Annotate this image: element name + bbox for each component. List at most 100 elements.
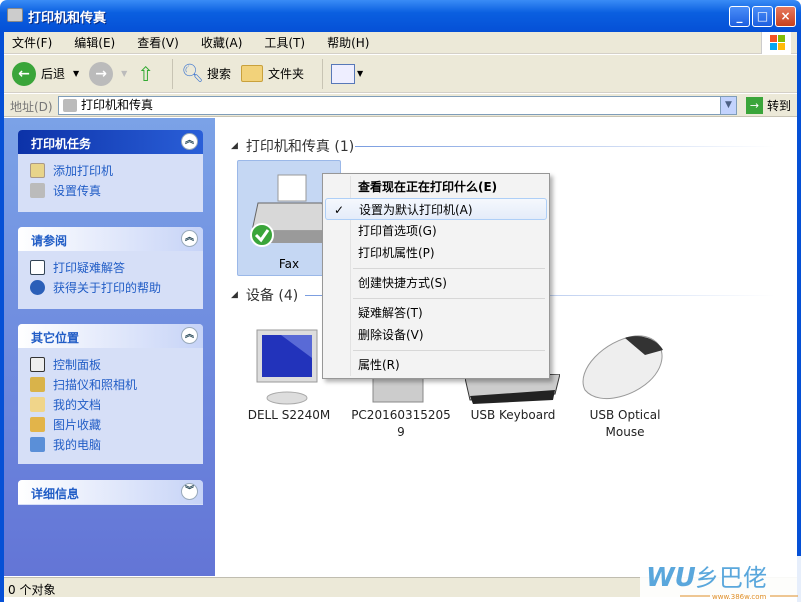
views-icon bbox=[330, 63, 355, 84]
up-folder-button[interactable]: ⇧ bbox=[137, 62, 154, 86]
search-button[interactable]: 🔍︎ 搜索 bbox=[181, 63, 231, 84]
menu-troubleshoot[interactable]: 疑难解答(T) bbox=[325, 302, 547, 324]
context-menu: 查看现在正在打印什么(E) ✓ 设置为默认打印机(A) 打印首选项(G) 打印机属… bbox=[322, 173, 550, 379]
expand-icon[interactable]: ︾ bbox=[181, 483, 198, 500]
views-dropdown-icon: ▼ bbox=[356, 69, 364, 78]
menu-create-shortcut[interactable]: 创建快捷方式(S) bbox=[325, 272, 547, 294]
menu-set-default-printer[interactable]: ✓ 设置为默认打印机(A) bbox=[325, 198, 547, 220]
printer-folder-icon bbox=[7, 8, 23, 22]
address-dropdown-icon[interactable]: ▼ bbox=[720, 97, 736, 114]
print-troubleshoot-link[interactable]: 打印疑难解答 bbox=[18, 257, 203, 277]
device-label: USB Keyboard bbox=[470, 408, 556, 422]
menu-see-printing[interactable]: 查看现在正在打印什么(E) bbox=[325, 176, 547, 198]
fax-icon bbox=[30, 182, 45, 198]
back-arrow-icon: ← bbox=[12, 61, 36, 86]
menu-tools[interactable]: 工具(T) bbox=[264, 34, 305, 51]
folder-icon bbox=[240, 65, 263, 82]
menu-edit[interactable]: 编辑(E) bbox=[74, 34, 115, 51]
printers-section-header[interactable]: ◢ 打印机和传真 (1) bbox=[231, 136, 354, 156]
panel-header[interactable]: 其它位置 ︽ bbox=[18, 324, 203, 348]
menu-separator bbox=[353, 350, 545, 351]
status-text: 0 个对象 bbox=[8, 583, 56, 597]
address-value: 打印机和传真 bbox=[81, 98, 154, 112]
menu-help[interactable]: 帮助(H) bbox=[327, 34, 369, 51]
control-panel-icon bbox=[30, 356, 45, 372]
computer-icon bbox=[372, 378, 424, 403]
windows-logo-icon bbox=[761, 32, 791, 54]
add-printer-link[interactable]: 添加打印机 bbox=[18, 160, 203, 180]
address-bar: 地址(D) 打印机和传真 ▼ → 转到 bbox=[4, 94, 797, 117]
panel-header[interactable]: 详细信息 ︾ bbox=[18, 480, 203, 504]
collapse-icon[interactable]: ︽ bbox=[181, 327, 198, 344]
print-help-link[interactable]: 获得关于打印的帮助 bbox=[18, 277, 203, 297]
views-button[interactable]: ▼ bbox=[330, 63, 364, 84]
mouse-icon bbox=[582, 335, 663, 399]
window-title: 打印机和传真 bbox=[28, 11, 107, 26]
help-question-icon bbox=[30, 259, 45, 275]
address-label: 地址(D) bbox=[10, 100, 53, 114]
computer-icon bbox=[30, 436, 45, 452]
folders-button[interactable]: 文件夹 bbox=[240, 65, 304, 82]
section-title: 打印机和传真 (1) bbox=[245, 139, 355, 155]
printer-tasks-panel: 打印机任务 ︽ 添加打印机 设置传真 bbox=[18, 130, 203, 212]
link-label: 我的文档 bbox=[53, 397, 102, 412]
minimize-button[interactable]: _ bbox=[729, 6, 750, 27]
folders-label: 文件夹 bbox=[267, 67, 304, 81]
forward-dropdown-icon[interactable]: ▼ bbox=[121, 69, 127, 78]
toolbar: ← 后退 ▼ → ▼ ⇧ 🔍︎ 搜索 文件夹 ▼ bbox=[4, 55, 797, 93]
menu-printer-properties[interactable]: 打印机属性(P) bbox=[325, 242, 547, 264]
panel-title: 打印机任务 bbox=[31, 137, 92, 151]
back-dropdown-icon[interactable]: ▼ bbox=[73, 69, 79, 78]
devices-section-header[interactable]: ◢ 设备 (4) bbox=[231, 285, 298, 305]
menu-remove-device[interactable]: 删除设备(V) bbox=[325, 324, 547, 346]
my-pictures-link[interactable]: 图片收藏 bbox=[18, 414, 203, 434]
section-title: 设备 (4) bbox=[245, 288, 299, 304]
svg-text:www.386w.com: www.386w.com bbox=[712, 593, 767, 601]
menu-printing-preferences[interactable]: 打印首选项(G) bbox=[325, 220, 547, 242]
go-button[interactable]: → 转到 bbox=[745, 97, 791, 114]
scanner-icon bbox=[30, 376, 45, 392]
details-panel: 详细信息 ︾ bbox=[18, 480, 203, 505]
collapse-triangle-icon: ◢ bbox=[231, 290, 238, 300]
add-printer-icon bbox=[30, 162, 45, 178]
menu-file[interactable]: 文件(F) bbox=[12, 34, 52, 51]
documents-folder-icon bbox=[30, 396, 45, 412]
link-label: 设置传真 bbox=[53, 183, 102, 198]
collapse-triangle-icon: ◢ bbox=[231, 141, 238, 151]
close-button[interactable]: × bbox=[775, 6, 796, 27]
address-input[interactable]: 打印机和传真 ▼ bbox=[58, 96, 737, 115]
link-label: 我的电脑 bbox=[53, 437, 102, 452]
scanners-cameras-link[interactable]: 扫描仪和照相机 bbox=[18, 374, 203, 394]
panel-header[interactable]: 请参阅 ︽ bbox=[18, 227, 203, 251]
collapse-icon[interactable]: ︽ bbox=[181, 133, 198, 150]
menu-bar: 文件(F) 编辑(E) 查看(V) 收藏(A) 工具(T) 帮助(H) bbox=[4, 32, 797, 54]
device-label: USB Optical Mouse bbox=[589, 408, 661, 439]
forward-button[interactable]: → ▼ bbox=[89, 61, 127, 86]
menu-separator bbox=[353, 298, 545, 299]
monitor-icon bbox=[256, 329, 318, 405]
control-panel-link[interactable]: 控制面板 bbox=[18, 354, 203, 374]
my-documents-link[interactable]: 我的文档 bbox=[18, 394, 203, 414]
back-label: 后退 bbox=[41, 67, 66, 81]
window-frame-right bbox=[797, 32, 801, 602]
menu-properties[interactable]: 属性(R) bbox=[325, 354, 547, 376]
link-label: 获得关于打印的帮助 bbox=[53, 280, 162, 295]
setup-fax-link[interactable]: 设置传真 bbox=[18, 180, 203, 200]
checkmark-icon: ✓ bbox=[334, 203, 345, 217]
task-pane: 打印机任务 ︽ 添加打印机 设置传真 请参阅 ︽ 打印疑难解答 获得关于打印的帮助 … bbox=[4, 118, 215, 576]
watermark-logo: WU 乡巴佬 www.386w.com bbox=[640, 556, 801, 602]
link-label: 控制面板 bbox=[53, 357, 102, 372]
menu-view[interactable]: 查看(V) bbox=[137, 34, 179, 51]
device-label: PC20160315205 9 bbox=[351, 408, 451, 439]
my-computer-link[interactable]: 我的电脑 bbox=[18, 434, 203, 454]
back-button[interactable]: ← 后退 ▼ bbox=[12, 61, 79, 86]
toolbar-separator bbox=[321, 58, 323, 89]
svg-text:WU: WU bbox=[646, 563, 696, 593]
device-label: DELL S2240M bbox=[247, 408, 331, 422]
menu-favorites[interactable]: 收藏(A) bbox=[201, 34, 243, 51]
collapse-icon[interactable]: ︽ bbox=[181, 230, 198, 247]
help-circle-icon bbox=[30, 279, 45, 295]
maximize-button[interactable]: □ bbox=[752, 6, 773, 27]
panel-header[interactable]: 打印机任务 ︽ bbox=[18, 130, 203, 154]
menu-separator bbox=[353, 268, 545, 269]
